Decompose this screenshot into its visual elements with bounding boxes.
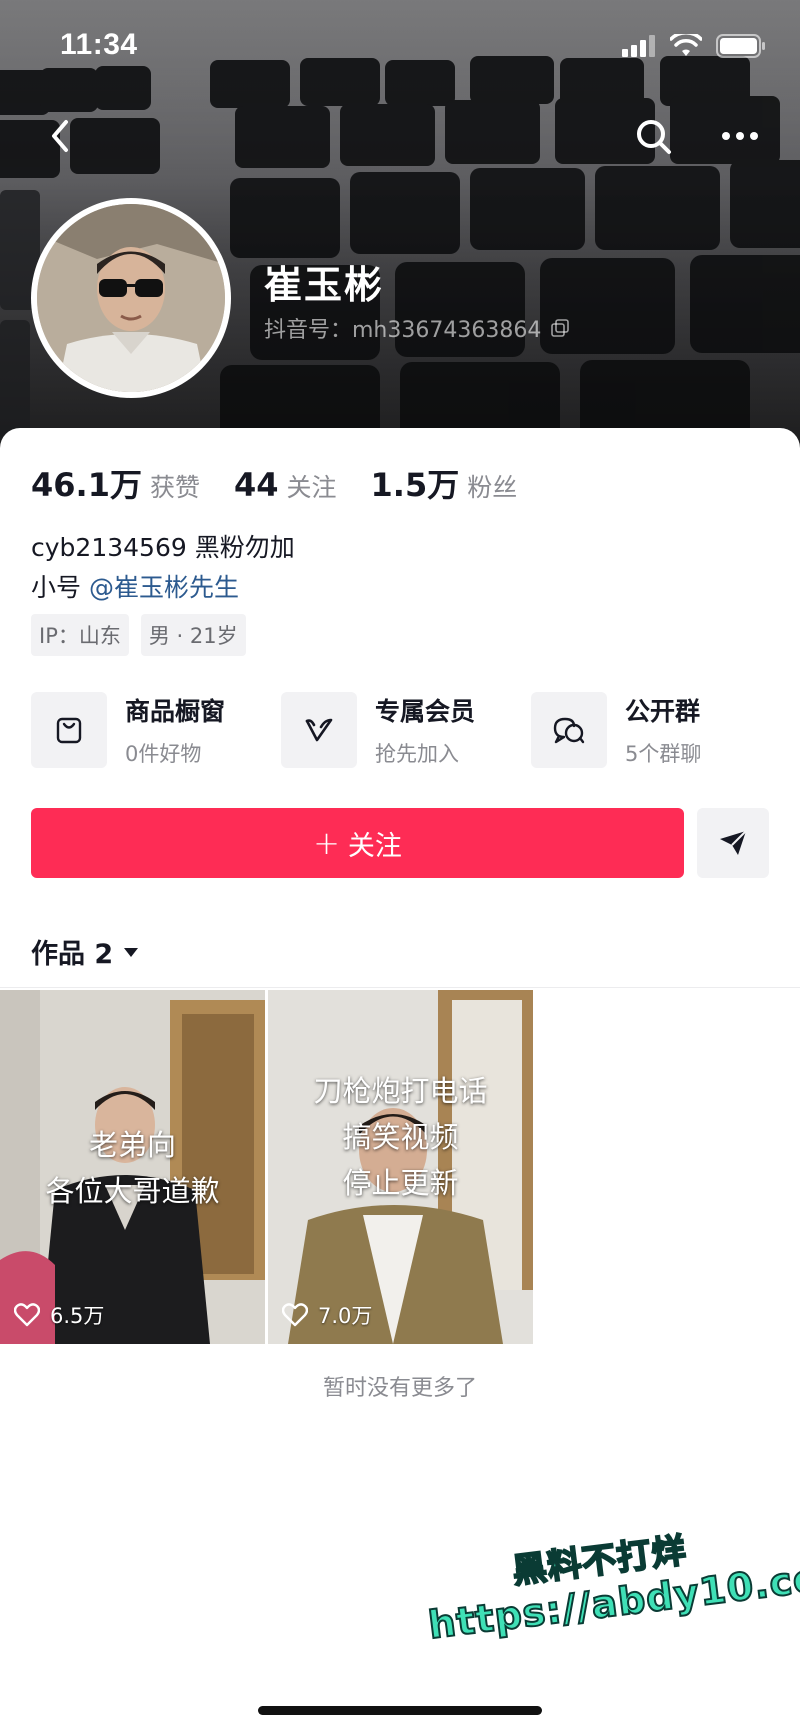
more-button[interactable]: [718, 118, 762, 154]
bio-line-1: cyb2134569 黑粉勿加: [31, 533, 295, 562]
profile-stats: 46.1万 获赞 44 关注 1.5万 粉丝: [31, 460, 537, 506]
vip-v-icon: [305, 718, 333, 742]
profile-tags: IP：山东 男 · 21岁: [31, 614, 246, 656]
feature-membership-sub: 抢先加入: [375, 742, 459, 766]
back-button[interactable]: [40, 110, 80, 160]
avatar-photo: [37, 204, 225, 392]
stat-likes-value: 46.1万: [31, 466, 142, 504]
stat-following[interactable]: 44 关注: [234, 466, 337, 504]
stat-following-value: 44: [233, 466, 279, 504]
video-2-caption: 刀枪炮打电话 搞笑视频 停止更新: [268, 1068, 533, 1206]
video-1-likes: 6.5万: [14, 1300, 104, 1330]
video-grid: 老弟向 各位大哥道歉 6.5万 刀枪炮打电话 搞笑视频 停止更新 7.0万: [0, 990, 533, 1344]
plus-icon: +: [313, 824, 340, 862]
heart-outline-icon: [14, 1303, 40, 1327]
search-button[interactable]: [632, 115, 676, 159]
feature-public-group[interactable]: 公开群 5个群聊: [531, 692, 771, 768]
send-icon: [720, 830, 747, 855]
home-indicator[interactable]: [258, 1706, 542, 1715]
tag-gender-age: 男 · 21岁: [140, 614, 246, 656]
feature-membership[interactable]: 专属会员 抢先加入: [281, 692, 521, 768]
stat-followers-label: 粉丝: [467, 473, 518, 502]
status-bar: 11:34: [0, 0, 800, 95]
douyin-id-text: 抖音号：mh33674363864: [264, 318, 542, 343]
stat-likes[interactable]: 46.1万 获赞: [31, 460, 200, 506]
avatar[interactable]: [31, 198, 231, 398]
shopping-bag-icon: [56, 717, 82, 744]
video-1-caption-line-1: 老弟向: [88, 1128, 176, 1162]
video-2-likes: 7.0万: [282, 1300, 372, 1330]
feature-group-title: 公开群: [625, 697, 701, 726]
video-1-caption-line-2: 各位大哥道歉: [45, 1174, 220, 1208]
feature-group-sub: 5个群聊: [625, 742, 702, 766]
group-chat-icon: [553, 717, 585, 744]
bio-line-2-prefix: 小号: [31, 573, 89, 602]
chevron-left-icon: [52, 120, 68, 152]
share-button[interactable]: [697, 808, 769, 878]
follow-button-label: 关注: [347, 830, 402, 862]
feature-shop-window[interactable]: 商品橱窗 0件好物: [31, 692, 271, 768]
tag-ip-location: IP：山东: [31, 614, 129, 656]
bio-line-2: 小号 @崔玉彬先生: [31, 568, 295, 608]
video-1-likes-count: 6.5万: [50, 1304, 105, 1328]
bio: cyb2134569 黑粉勿加 小号 @崔玉彬先生: [31, 528, 295, 608]
video-2-caption-line-3: 停止更新: [342, 1166, 459, 1200]
feature-shop-sub: 0件好物: [125, 742, 202, 766]
douyin-id[interactable]: 抖音号：mh33674363864: [264, 312, 570, 344]
heart-outline-icon: [282, 1303, 308, 1327]
feature-row: 商品橱窗 0件好物 专属会员 抢先加入 公开群 5个群聊: [31, 692, 771, 768]
profile-name: 崔玉彬: [264, 263, 385, 307]
feature-shop-title: 商品橱窗: [125, 697, 226, 726]
search-icon: [637, 120, 671, 154]
more-dots-icon: [722, 132, 758, 140]
battery-icon: [716, 34, 765, 58]
copy-icon[interactable]: [551, 319, 570, 337]
stat-followers[interactable]: 1.5万 粉丝: [371, 460, 518, 506]
cellular-signal-icon: [622, 35, 655, 57]
video-1-caption: 老弟向 各位大哥道歉: [0, 1122, 265, 1214]
video-card-1[interactable]: 老弟向 各位大哥道歉 6.5万: [0, 990, 265, 1344]
bio-mention-link[interactable]: @崔玉彬先生: [89, 573, 239, 602]
tab-works[interactable]: 作品 2: [31, 932, 139, 971]
video-card-2[interactable]: 刀枪炮打电话 搞笑视频 停止更新 7.0万: [268, 990, 533, 1344]
no-more-text: 暂时没有更多了: [322, 1376, 477, 1401]
stat-following-label: 关注: [286, 473, 337, 502]
video-2-likes-count: 7.0万: [318, 1304, 373, 1328]
video-2-caption-line-2: 搞笑视频: [342, 1120, 459, 1154]
stat-likes-label: 获赞: [149, 473, 200, 502]
status-time: 11:34: [60, 28, 138, 61]
stat-followers-value: 1.5万: [370, 466, 460, 504]
divider: [0, 987, 800, 988]
works-tab-label: 作品 2: [31, 939, 114, 970]
caret-down-icon: [124, 947, 139, 957]
wifi-icon: [670, 34, 702, 56]
video-2-caption-line-1: 刀枪炮打电话: [313, 1074, 488, 1108]
feature-membership-title: 专属会员: [375, 697, 476, 726]
follow-button[interactable]: + 关注: [31, 808, 684, 878]
